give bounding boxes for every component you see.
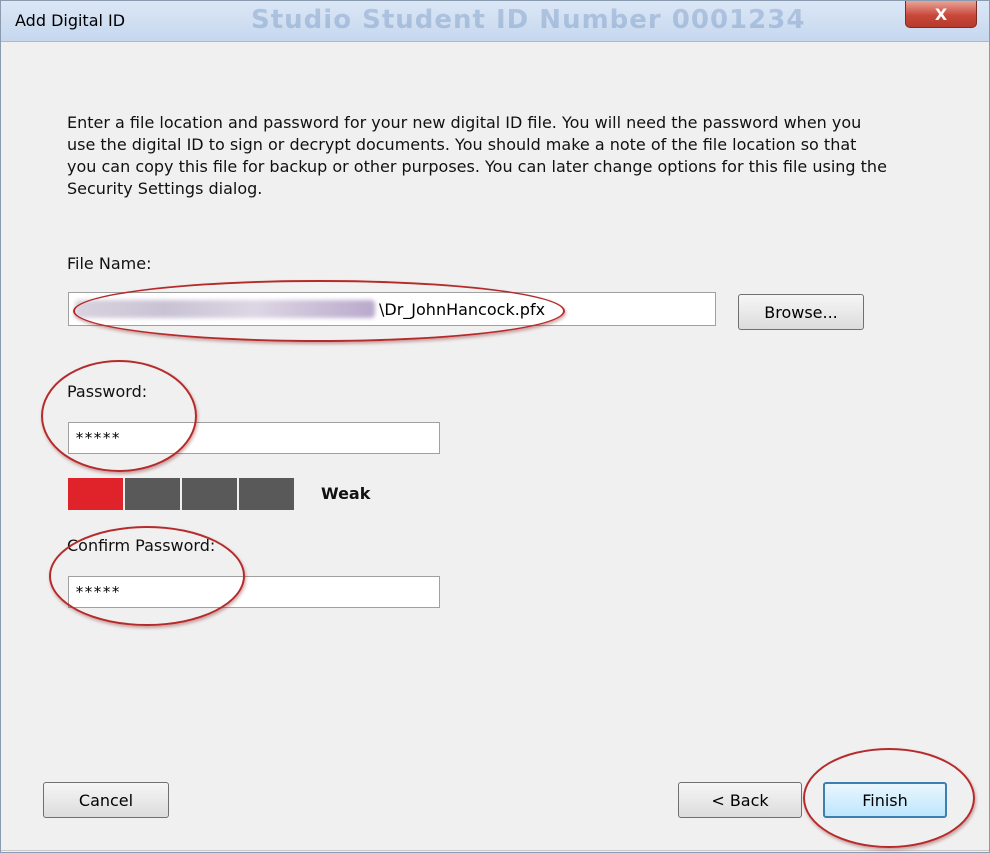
file-name-label: File Name: [67, 254, 152, 273]
finish-button[interactable]: Finish [823, 782, 947, 818]
strength-segment [182, 478, 237, 510]
strength-label: Weak [321, 484, 371, 503]
strength-segment [239, 478, 294, 510]
browse-button[interactable]: Browse... [738, 294, 864, 330]
file-name-value: \Dr_JohnHancock.pfx [379, 299, 546, 319]
back-button[interactable]: < Back [678, 782, 802, 818]
add-digital-id-dialog: Studio Student ID Number 0001234 Add Dig… [0, 0, 990, 853]
confirm-password-field[interactable] [68, 576, 440, 608]
dialog-content: Enter a file location and password for y… [1, 42, 989, 852]
blurred-path [75, 300, 375, 318]
strength-segment [125, 478, 180, 510]
password-strength-meter [68, 478, 294, 510]
close-button[interactable]: X [905, 1, 977, 28]
intro-text: Enter a file location and password for y… [67, 113, 887, 198]
annotation-circle-password [41, 360, 197, 472]
file-name-field[interactable]: \Dr_JohnHancock.pfx [68, 292, 716, 326]
dialog-title: Add Digital ID [15, 11, 126, 30]
background-title-text: Studio Student ID Number 0001234 [251, 5, 806, 35]
bottom-separator [1, 850, 989, 851]
strength-segment [68, 478, 123, 510]
confirm-password-label: Confirm Password: [67, 536, 216, 555]
close-icon: X [934, 4, 948, 24]
password-field[interactable] [68, 422, 440, 454]
title-bar[interactable]: Studio Student ID Number 0001234 Add Dig… [1, 1, 989, 42]
password-label: Password: [67, 382, 148, 401]
cancel-button[interactable]: Cancel [43, 782, 169, 818]
